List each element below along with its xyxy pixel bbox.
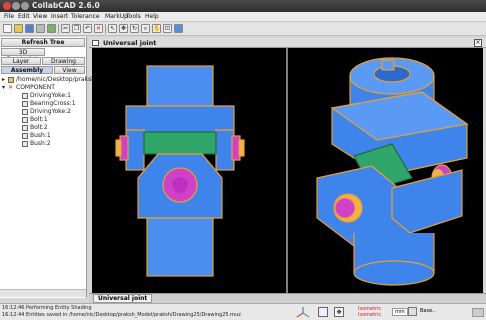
view-mode-2: Isometric (358, 312, 382, 318)
tab-view[interactable]: View (54, 66, 85, 74)
shade-icon[interactable] (174, 24, 183, 33)
maximize-window-button[interactable] (21, 2, 29, 10)
open-icon[interactable] (14, 24, 23, 33)
menu-bar: File Edit View Insert Tolerance MarkUp T… (0, 12, 486, 22)
part-icon (22, 125, 28, 131)
print-icon[interactable] (36, 24, 45, 33)
3d-constraints-button[interactable]: 3D Constraints (1, 48, 45, 63)
undo-icon[interactable]: ↶ (83, 24, 92, 33)
tree-scrollbar[interactable] (0, 289, 86, 297)
save-icon[interactable] (25, 24, 34, 33)
refresh-tree-button[interactable]: Refresh Tree (1, 38, 85, 47)
delete-icon[interactable]: ✕ (94, 24, 103, 33)
part-icon (22, 133, 28, 139)
move-icon[interactable]: ✥ (119, 24, 128, 33)
axis-triad-icon (296, 306, 310, 319)
tab-drawing[interactable]: Drawing (42, 57, 85, 65)
minimize-window-button[interactable] (12, 2, 20, 10)
viewport-close-icon[interactable]: × (474, 39, 482, 47)
menu-tools[interactable]: Tools (126, 13, 141, 20)
folder-icon (8, 77, 14, 83)
part-icon (22, 141, 28, 147)
viewport-window-icon (92, 40, 99, 46)
model-tree-panel: Refresh Tree 3D Constraints Layer Drawin… (0, 37, 95, 298)
close-window-button[interactable] (3, 2, 11, 10)
menu-tolerance[interactable]: Tolerance (71, 13, 100, 20)
viewport-tab-bar: Universal joint (89, 293, 486, 303)
part-icon (22, 117, 28, 123)
settings-icon[interactable] (408, 307, 417, 316)
model-render[interactable] (92, 48, 483, 293)
tab-assembly[interactable]: Assembly (1, 66, 53, 74)
menu-markup[interactable]: MarkUp (105, 13, 128, 20)
log-line-2: 16:12:44 Entities saved in /home/nic/Des… (2, 312, 241, 318)
menu-help[interactable]: Help (145, 13, 159, 20)
3d-viewport[interactable] (92, 48, 483, 293)
tree-item-driving-yoke-1[interactable]: DrivingYoke:1 (30, 92, 71, 99)
fit-icon[interactable]: ⊡ (163, 24, 172, 33)
rotate-icon[interactable]: ↻ (130, 24, 139, 33)
toolbar-separator (58, 24, 59, 34)
toolbar: ✂ ❐ ↶ ✕ ↖ ✥ ↻ ⌕ ✋ ⊡ (0, 22, 486, 36)
part-icon (22, 101, 28, 107)
part-icon (22, 93, 28, 99)
mode-label: Base.. (420, 308, 436, 314)
tree-item-bearing-cross-1[interactable]: BearingCross:1 (30, 100, 76, 107)
tree-component[interactable]: COMPONENT (16, 84, 55, 91)
units-selector[interactable]: mm (392, 308, 408, 316)
menu-insert[interactable]: Insert (51, 13, 68, 20)
copy-icon[interactable]: ❐ (72, 24, 81, 33)
tree-item-bolt-2[interactable]: Bolt:2 (30, 124, 48, 131)
app-title: CollabCAD 2.6.0 (32, 1, 100, 10)
part-icon (22, 109, 28, 115)
zoom-icon[interactable]: ⌕ (141, 24, 150, 33)
tree-item-bush-1[interactable]: Bush:1 (30, 132, 51, 139)
toolbar-separator (105, 24, 106, 34)
cut-icon[interactable]: ✂ (61, 24, 70, 33)
pan-icon[interactable]: ✋ (152, 24, 161, 33)
isometric-view (316, 57, 469, 286)
tab-universal-joint[interactable]: Universal joint (93, 294, 153, 303)
tab-layer[interactable]: Layer (1, 57, 41, 65)
tree-expand-icon[interactable]: ▸ (2, 76, 5, 83)
menu-view[interactable]: View (33, 13, 47, 20)
status-bar: 16:12:46 Performing Entity Shading 16:12… (0, 303, 486, 320)
title-bar: CollabCAD 2.6.0 (0, 0, 486, 12)
select-icon[interactable]: ↖ (108, 24, 117, 33)
tree-item-bush-2[interactable]: Bush:2 (30, 140, 51, 147)
export-icon[interactable] (47, 24, 56, 33)
menu-edit[interactable]: Edit (18, 13, 30, 20)
component-icon: ✕ (8, 84, 14, 91)
tree-collapse-icon[interactable]: ▾ (2, 84, 5, 91)
view-cube-icon[interactable] (318, 307, 328, 317)
tree-item-driving-yoke-2[interactable]: DrivingYoke:2 (30, 108, 71, 115)
tree-root-path[interactable]: /home/nic/Desktop/praksh (16, 76, 95, 83)
viewport-header: Universal joint × (89, 38, 486, 48)
status-grip (472, 308, 484, 317)
log-line-1: 16:12:46 Performing Entity Shading (2, 305, 92, 311)
viewport-title: Universal joint (103, 39, 157, 47)
navigate-icon[interactable]: ✥ (334, 307, 344, 317)
tree-item-bolt-1[interactable]: Bolt:1 (30, 116, 48, 123)
front-view (115, 65, 245, 277)
new-icon[interactable] (3, 24, 12, 33)
menu-file[interactable]: File (4, 13, 14, 20)
